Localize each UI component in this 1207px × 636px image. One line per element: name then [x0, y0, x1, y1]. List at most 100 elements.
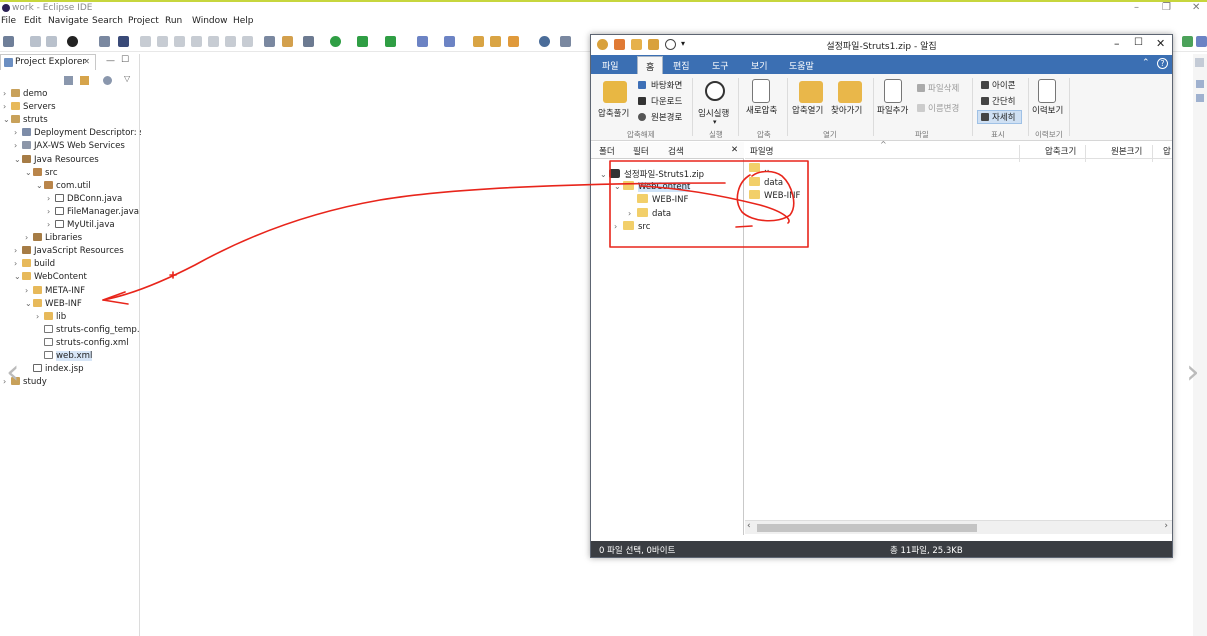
outline-icon[interactable] [1196, 80, 1204, 88]
expanded-chevron-icon[interactable]: ⌄ [3, 115, 11, 124]
collapsed-chevron-icon[interactable]: › [25, 286, 33, 295]
expanded-chevron-icon[interactable]: ⌄ [600, 170, 609, 179]
horizontal-scrollbar[interactable]: ‹ › [745, 520, 1172, 534]
external-tools-icon[interactable] [385, 36, 396, 47]
collapsed-chevron-icon[interactable]: › [14, 141, 22, 150]
step-over-icon[interactable] [225, 36, 236, 47]
terminate-icon[interactable] [174, 36, 185, 47]
close-tab-icon[interactable]: ✕ [83, 57, 90, 66]
open-type-icon[interactable] [264, 36, 275, 47]
restore-view-icon[interactable] [1195, 58, 1204, 67]
new-zip-button[interactable]: 새로압축 [746, 104, 777, 116]
run-icon[interactable] [330, 36, 341, 47]
collapsed-chevron-icon[interactable]: › [628, 209, 637, 218]
menu-help[interactable]: Help [233, 16, 254, 26]
tab-help[interactable]: 도움말 [789, 59, 814, 72]
perspective-icon[interactable] [1182, 36, 1193, 47]
tree-item[interactable]: ⌄ com.util [36, 180, 91, 194]
filter-icon[interactable] [103, 76, 112, 85]
extract-to-desktop-button[interactable]: 바탕화면 [651, 79, 682, 91]
task-list-icon[interactable] [1196, 94, 1204, 102]
expanded-chevron-icon[interactable]: ⌄ [36, 181, 44, 190]
new-zip-icon[interactable] [752, 79, 770, 103]
tree-item[interactable]: › build [14, 259, 55, 272]
temp-run-dropdown-icon[interactable]: ▾ [713, 118, 717, 126]
scroll-left-icon[interactable]: ‹ [747, 521, 751, 531]
close-folder-pane-icon[interactable]: ✕ [731, 145, 738, 155]
collapsed-chevron-icon[interactable]: › [3, 89, 11, 98]
previous-arrow-icon[interactable]: ‹ [6, 352, 20, 392]
tree-item[interactable]: › FileManager.java [47, 206, 139, 220]
tree-item[interactable]: ⌄ WebContent [14, 272, 87, 285]
zip-tree-item[interactable]: ⌄ WebContent [614, 181, 691, 194]
tree-item[interactable]: › MyUtil.java [47, 220, 115, 233]
suspend-icon[interactable] [157, 36, 168, 47]
zip-tree-item[interactable]: WEB-INF [628, 194, 688, 207]
collapsed-chevron-icon[interactable]: › [36, 312, 44, 321]
rename-button[interactable]: 이름변경 [928, 102, 959, 114]
menu-file[interactable]: File [1, 16, 16, 26]
file-list-item[interactable]: WEB-INF [749, 190, 800, 203]
file-list-item[interactable]: .. [749, 163, 769, 176]
extract-button[interactable]: 압축풀기 [598, 107, 629, 119]
tab-search[interactable]: 검색 [668, 145, 684, 157]
help-icon[interactable]: ? [1157, 58, 1168, 69]
alzip-close-icon[interactable]: ✕ [1156, 37, 1165, 50]
menu-window[interactable]: Window [192, 16, 228, 26]
restore-icon[interactable]: ❐ [1162, 2, 1171, 13]
collapsed-chevron-icon[interactable]: › [14, 259, 22, 268]
open-zip-icon[interactable] [799, 81, 823, 103]
menu-navigate[interactable]: Navigate [48, 16, 88, 26]
tree-item[interactable]: ⌄ WEB-INF [25, 298, 82, 312]
collapsed-chevron-icon[interactable]: › [47, 194, 55, 203]
collapsed-chevron-icon[interactable]: › [47, 220, 55, 229]
history-icon[interactable] [1038, 79, 1056, 103]
tab-filter[interactable]: 필터 [633, 145, 649, 157]
add-file-button[interactable]: 파일추가 [877, 104, 908, 116]
tab-home[interactable]: 홈 [637, 56, 664, 74]
globe-icon[interactable] [539, 36, 550, 47]
tree-item[interactable]: struts-config_temp. [36, 324, 140, 338]
temp-run-icon[interactable] [705, 81, 725, 101]
extract-to-source-button[interactable]: 원본경로 [651, 111, 682, 123]
tree-item[interactable]: ⌄ struts [3, 115, 48, 128]
menu-run[interactable]: Run [165, 16, 182, 26]
tree-item[interactable]: › JAX-WS Web Services [14, 141, 125, 154]
skip-breakpoints-icon[interactable] [118, 36, 129, 47]
new-java-project-icon[interactable] [417, 36, 428, 47]
tab-folder[interactable]: 폴더 [599, 145, 615, 157]
debug-icon[interactable] [303, 36, 314, 47]
view-simple-button[interactable]: 간단히 [992, 95, 1015, 107]
menu-edit[interactable]: Edit [24, 16, 41, 26]
minimize-view-icon[interactable]: — [106, 56, 115, 66]
collapsed-chevron-icon[interactable]: › [614, 222, 623, 231]
view-icons-button[interactable]: 아이콘 [992, 79, 1015, 91]
column-filename[interactable]: 파일명 [750, 145, 773, 157]
menu-project[interactable]: Project [128, 16, 159, 26]
expanded-chevron-icon[interactable]: ⌄ [14, 272, 22, 281]
save-icon[interactable] [30, 36, 41, 47]
tree-item[interactable]: ⌄ src [25, 167, 58, 181]
resume-icon[interactable] [140, 36, 151, 47]
expanded-chevron-icon[interactable]: ⌄ [14, 155, 22, 164]
expanded-chevron-icon[interactable]: ⌄ [614, 182, 623, 191]
coverage-icon[interactable] [357, 36, 368, 47]
column-original-size[interactable]: 원본크기 [1111, 145, 1142, 157]
tree-item[interactable]: struts-config.xml [36, 337, 129, 351]
find-location-icon[interactable] [838, 81, 862, 103]
new-class-icon[interactable] [444, 36, 455, 47]
disconnect-icon[interactable] [191, 36, 202, 47]
project-explorer-tab[interactable]: Project Explorer ✕ [0, 54, 96, 70]
publish-icon[interactable] [67, 36, 78, 47]
tree-item[interactable]: › lib [36, 311, 66, 325]
next-arrow-icon[interactable]: › [1186, 352, 1200, 392]
open-file-icon[interactable] [490, 36, 501, 47]
view-detail-button[interactable]: 자세히 [992, 111, 1015, 123]
collapsed-chevron-icon[interactable]: › [14, 128, 22, 137]
tab-file[interactable]: 파일 [602, 59, 619, 72]
maximize-view-icon[interactable]: ☐ [121, 55, 129, 65]
column-compressed-size[interactable]: 압축크기 [1045, 145, 1076, 157]
scroll-thumb[interactable] [757, 524, 977, 532]
zip-tree-item[interactable]: ⌄ 설정파일-Struts1.zip [600, 168, 704, 181]
tree-item[interactable]: › Deployment Descriptor: s [14, 128, 144, 141]
